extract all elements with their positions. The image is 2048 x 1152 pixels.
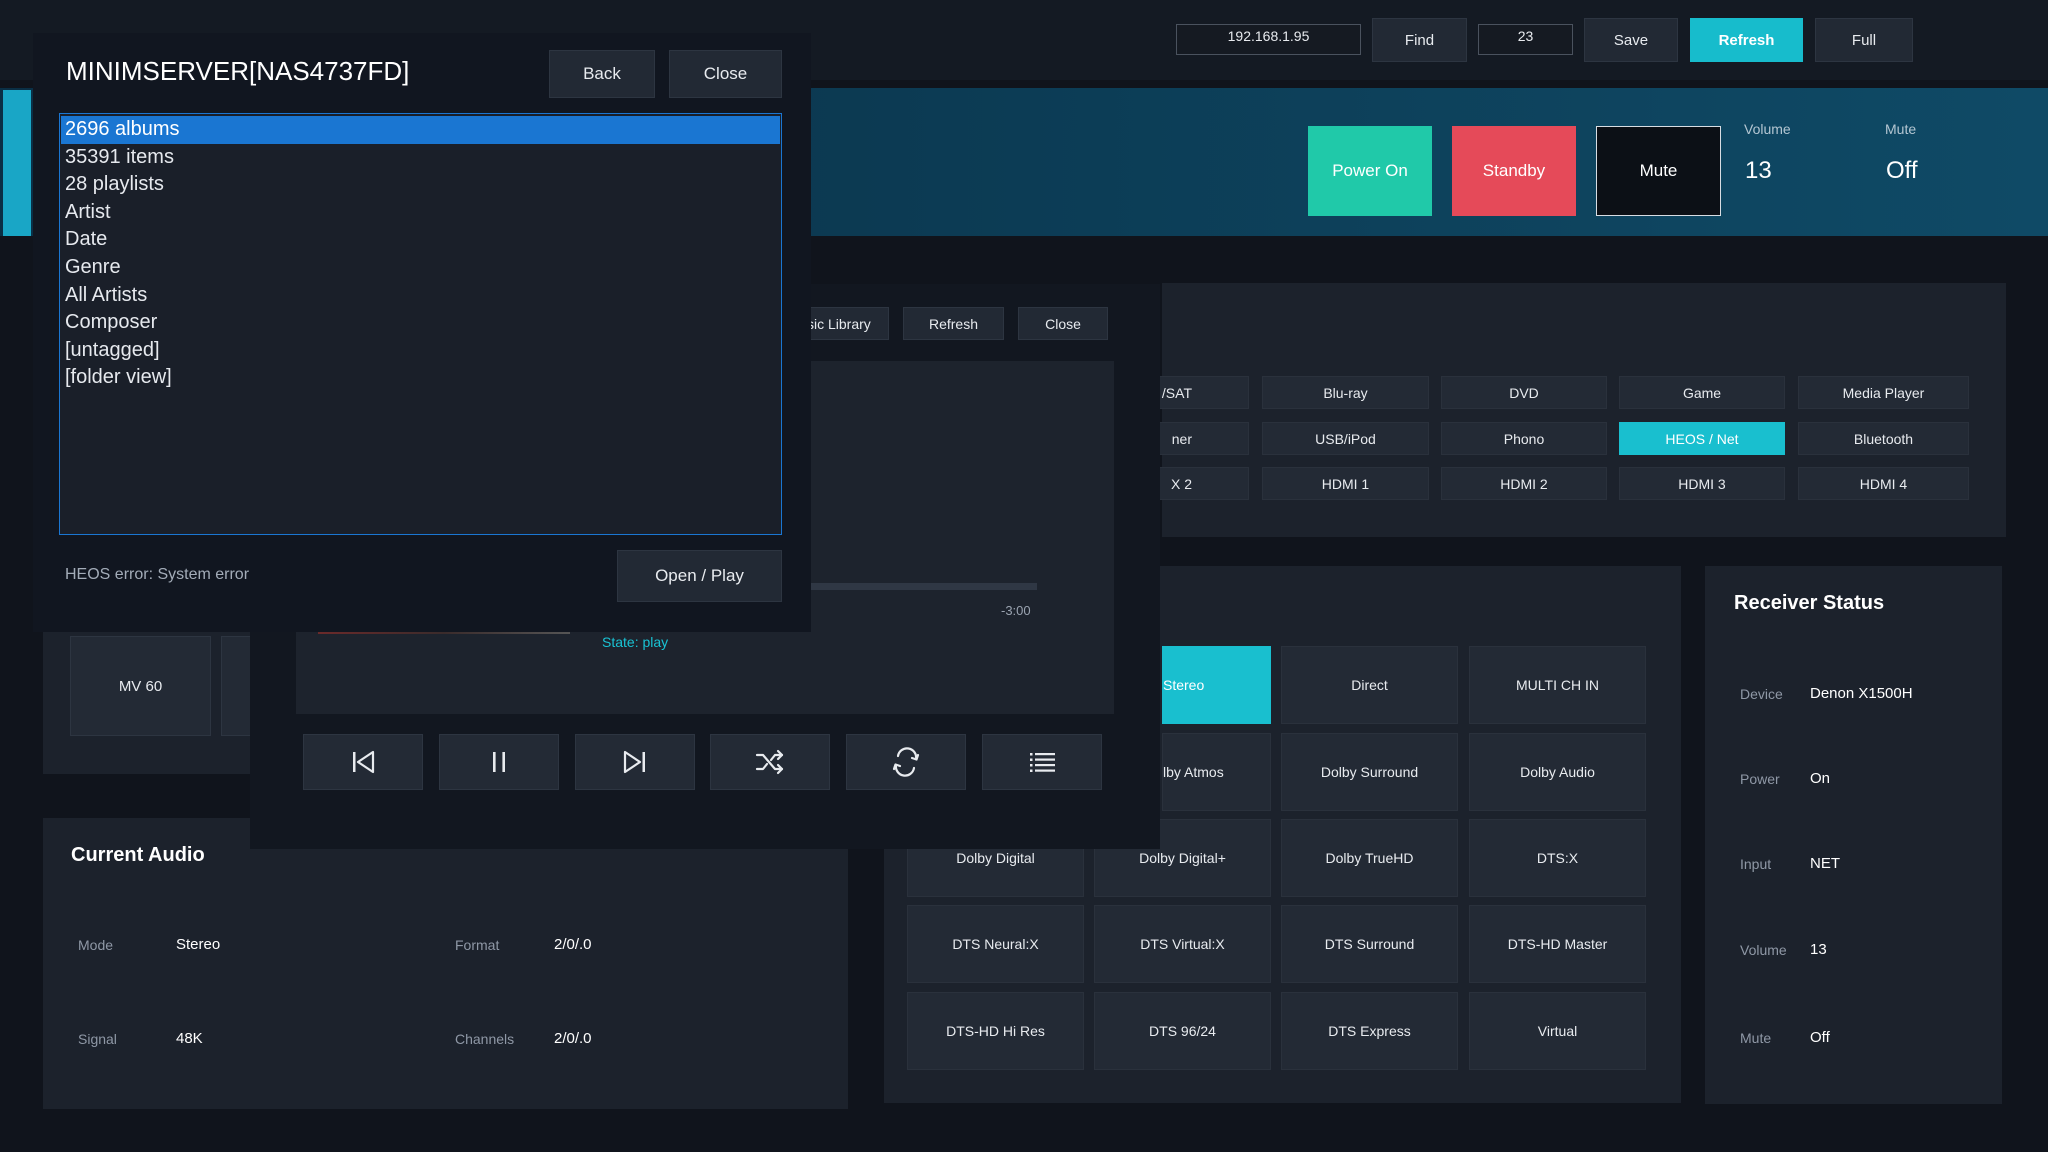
refresh-button[interactable]: Refresh	[1690, 18, 1803, 62]
browser-list-item[interactable]: Genre	[61, 254, 780, 282]
audio-format-label: Format	[455, 937, 500, 953]
next-icon	[623, 750, 645, 774]
time-remaining: -3:00	[1001, 603, 1031, 618]
sound-mode-button[interactable]: DTS Virtual:X	[1094, 905, 1271, 983]
queue-button[interactable]	[982, 734, 1102, 790]
save-button[interactable]: Save	[1584, 18, 1678, 62]
next-button[interactable]	[575, 734, 695, 790]
browser-list-item[interactable]: All Artists	[61, 282, 780, 310]
audio-mode-label: Mode	[78, 937, 114, 953]
header-accent	[3, 90, 31, 236]
find-button[interactable]: Find	[1372, 18, 1467, 62]
previous-button[interactable]	[303, 734, 423, 790]
input-button[interactable]: Media Player	[1798, 376, 1969, 409]
browser-list-item[interactable]: Composer	[61, 309, 780, 337]
sound-mode-button[interactable]: Direct	[1281, 646, 1458, 724]
favorite-next-button[interactable]	[221, 636, 251, 736]
shuffle-button[interactable]	[710, 734, 830, 790]
sound-mode-button[interactable]: DTS-HD Master	[1469, 905, 1646, 983]
ip-input[interactable]: 192.168.1.95	[1176, 24, 1361, 55]
input-button[interactable]: Bluetooth	[1798, 422, 1969, 455]
input-button[interactable]: HEOS / Net	[1619, 422, 1785, 455]
status-device-value: Denon X1500H	[1810, 685, 1913, 702]
sound-mode-button[interactable]: DTS Neural:X	[907, 905, 1084, 983]
sound-mode-button[interactable]: MULTI CH IN	[1469, 646, 1646, 724]
input-button[interactable]: Game	[1619, 376, 1785, 409]
progress-track[interactable]	[806, 583, 1037, 590]
status-mute-label: Mute	[1740, 1030, 1772, 1046]
input-button[interactable]: HDMI 4	[1798, 467, 1969, 500]
sound-mode-button[interactable]: lby Atmos	[1162, 733, 1271, 811]
audio-signal-label: Signal	[78, 1031, 117, 1047]
shuffle-icon	[755, 749, 784, 775]
player-refresh-button[interactable]: Refresh	[903, 307, 1004, 340]
status-volume-value: 13	[1810, 941, 1827, 958]
browser-close-button[interactable]: Close	[669, 50, 782, 98]
browser-list[interactable]: 2696 albums 35391 items 28 playlists Artist…	[59, 113, 782, 535]
player-close-button[interactable]: Close	[1018, 307, 1108, 340]
browser-list-item[interactable]: 35391 items	[61, 144, 780, 172]
audio-channels-label: Channels	[455, 1031, 515, 1047]
full-button[interactable]: Full	[1815, 18, 1913, 62]
status-power-value: On	[1810, 770, 1831, 787]
audio-format-value: 2/0/.0	[554, 936, 592, 953]
receiver-status-title: Receiver Status	[1734, 592, 1885, 614]
sound-mode-button[interactable]: Virtual	[1469, 992, 1646, 1070]
favorite-mv60-button[interactable]: MV 60	[70, 636, 211, 736]
pause-button[interactable]	[439, 734, 559, 790]
sound-mode-button[interactable]: DTS 96/24	[1094, 992, 1271, 1070]
power-on-button[interactable]: Power On	[1308, 126, 1432, 216]
status-power-label: Power	[1740, 771, 1780, 787]
receiver-status-panel	[1705, 566, 2002, 1104]
sound-mode-button[interactable]: Dolby Surround	[1281, 733, 1458, 811]
repeat-icon	[892, 747, 920, 777]
input-button[interactable]: HDMI 2	[1441, 467, 1607, 500]
status-input-label: Input	[1740, 856, 1772, 872]
sound-mode-button[interactable]: Dolby TrueHD	[1281, 819, 1458, 897]
browser-list-item[interactable]: [folder view]	[61, 364, 780, 392]
pause-icon	[493, 752, 505, 772]
browser-list-item[interactable]: Date	[61, 226, 780, 254]
mute-button[interactable]: Mute	[1596, 126, 1721, 216]
sound-mode-button[interactable]: DTS:X	[1469, 819, 1646, 897]
browser-list-item[interactable]: 2696 albums	[61, 116, 780, 144]
status-input-value: NET	[1810, 855, 1840, 872]
audio-signal-value: 48K	[176, 1030, 203, 1047]
status-mute-value: Off	[1810, 1029, 1830, 1046]
sound-mode-button[interactable]: DTS Surround	[1281, 905, 1458, 983]
repeat-button[interactable]	[846, 734, 966, 790]
port-input[interactable]: 23	[1478, 24, 1573, 55]
mute-value: Off	[1886, 157, 1918, 184]
audio-mode-value: Stereo	[176, 936, 221, 953]
browser-title: MINIMSERVER[NAS4737FD]	[66, 56, 410, 86]
input-button[interactable]: Phono	[1441, 422, 1607, 455]
browser-list-item[interactable]: [untagged]	[61, 337, 780, 365]
browser-list-item[interactable]: 28 playlists	[61, 171, 780, 199]
browser-error: HEOS error: System error	[65, 566, 250, 583]
volume-value: 13	[1745, 157, 1772, 184]
sound-mode-button[interactable]: Stereo	[1162, 646, 1271, 724]
input-button[interactable]: Blu-ray	[1262, 376, 1429, 409]
browser-back-button[interactable]: Back	[549, 50, 655, 98]
browser-list-item[interactable]: Artist	[61, 199, 780, 227]
current-audio-title: Current Audio	[71, 844, 205, 866]
sound-mode-button[interactable]: Dolby Audio	[1469, 733, 1646, 811]
input-button[interactable]: HDMI 1	[1262, 467, 1429, 500]
queue-list-icon	[1030, 753, 1055, 772]
sound-mode-button[interactable]: DTS Express	[1281, 992, 1458, 1070]
sound-mode-button[interactable]: DTS-HD Hi Res	[907, 992, 1084, 1070]
input-button[interactable]: HDMI 3	[1619, 467, 1785, 500]
status-volume-label: Volume	[1740, 942, 1787, 958]
status-device-label: Device	[1740, 686, 1783, 702]
mute-label: Mute	[1885, 121, 1917, 137]
open-play-button[interactable]: Open / Play	[617, 550, 782, 602]
input-button[interactable]: DVD	[1441, 376, 1607, 409]
input-button[interactable]: USB/iPod	[1262, 422, 1429, 455]
player-state: State: play	[602, 634, 669, 650]
standby-button[interactable]: Standby	[1452, 126, 1576, 216]
previous-icon	[353, 750, 375, 774]
volume-label: Volume	[1744, 121, 1791, 137]
audio-channels-value: 2/0/.0	[554, 1030, 592, 1047]
